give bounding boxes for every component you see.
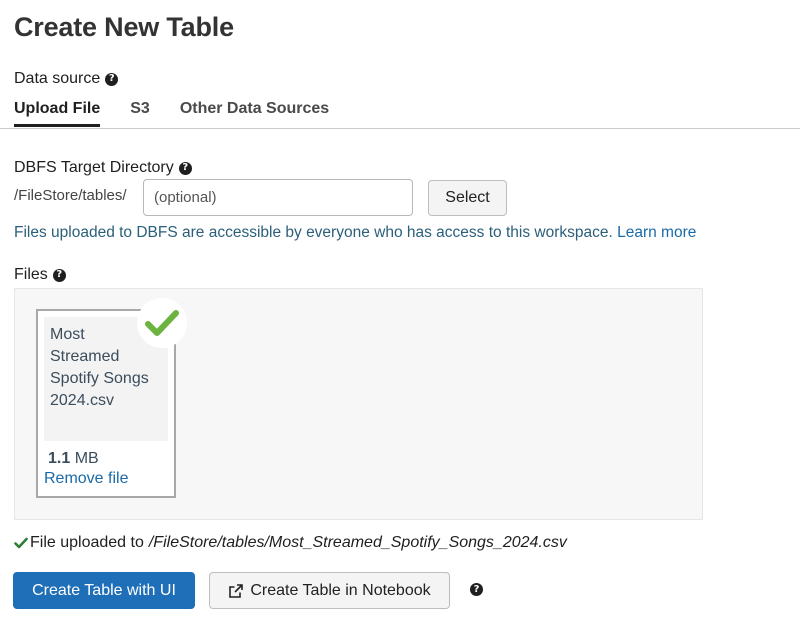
check-icon (145, 310, 179, 336)
dbfs-label-row: DBFS Target Directory ? (14, 159, 192, 177)
check-icon (14, 537, 28, 549)
files-label-row: Files ? (14, 266, 66, 284)
create-table-in-notebook-label: Create Table in Notebook (250, 581, 431, 599)
dbfs-note-text: Files uploaded to DBFS are accessible by… (14, 224, 613, 241)
upload-status-text: File uploaded to (30, 534, 144, 551)
tab-upload-file[interactable]: Upload File (14, 100, 101, 127)
create-table-with-ui-button[interactable]: Create Table with UI (13, 572, 195, 609)
external-link-icon (229, 583, 244, 598)
learn-more-link[interactable]: Learn more (617, 224, 696, 241)
upload-status: File uploaded to /FileStore/tables/Most_… (14, 534, 567, 552)
data-source-label: Data source (14, 70, 101, 87)
page-title: Create New Table (14, 12, 234, 42)
create-table-in-notebook-button[interactable]: Create Table in Notebook (209, 572, 450, 609)
remove-file-link[interactable]: Remove file (44, 470, 128, 488)
upload-status-path: /FileStore/tables/Most_Streamed_Spotify_… (148, 534, 567, 551)
file-size: 1.1 MB (48, 450, 99, 468)
dbfs-access-note: Files uploaded to DBFS are accessible by… (14, 224, 696, 242)
target-directory-input[interactable] (143, 179, 413, 216)
file-size-unit: MB (74, 450, 99, 467)
files-label: Files (14, 266, 48, 283)
help-icon[interactable]: ? (178, 161, 192, 175)
help-icon[interactable]: ? (470, 583, 483, 596)
file-size-value: 1.1 (48, 450, 71, 467)
tab-divider (0, 128, 800, 129)
select-button[interactable]: Select (428, 180, 507, 216)
upload-success-badge (137, 298, 187, 348)
data-source-tabs: Upload File S3 Other Data Sources (14, 100, 329, 127)
dbfs-target-directory-label: DBFS Target Directory (14, 159, 174, 176)
tab-other-data-sources[interactable]: Other Data Sources (180, 100, 329, 127)
help-icon[interactable]: ? (52, 268, 66, 282)
tab-s3[interactable]: S3 (130, 100, 150, 127)
directory-prefix: /FileStore/tables/ (14, 187, 127, 204)
data-source-label-row: Data source ? (14, 70, 119, 88)
help-icon[interactable]: ? (105, 72, 119, 86)
